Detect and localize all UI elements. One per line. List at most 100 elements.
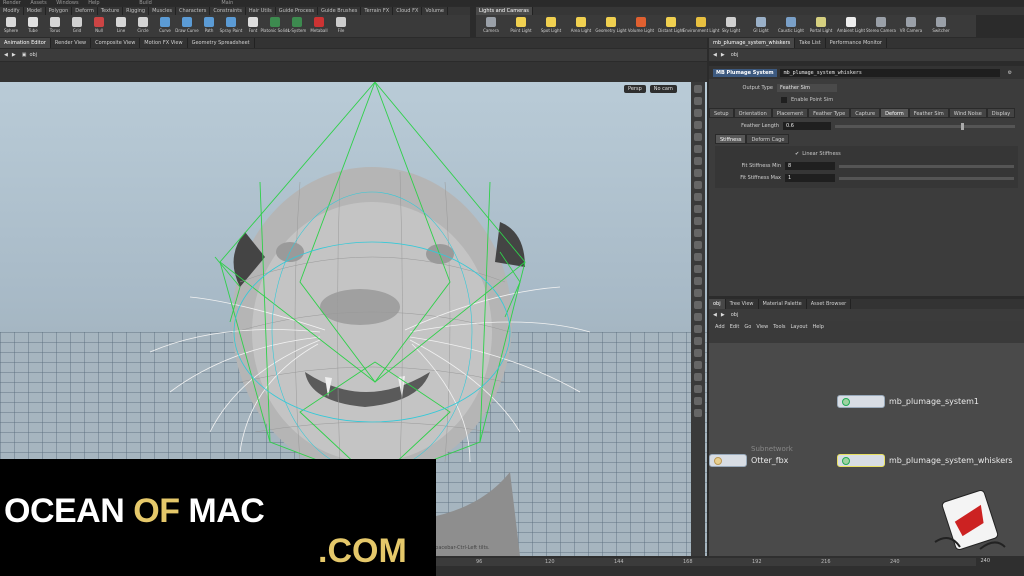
tool-torus[interactable]: Torus xyxy=(44,15,66,37)
menu-help[interactable]: Help xyxy=(88,0,99,6)
fit-min-slider[interactable] xyxy=(839,164,1014,168)
viewport-tool-icon[interactable] xyxy=(694,169,702,177)
viewport-tool-icon[interactable] xyxy=(694,181,702,189)
tool-portal-light[interactable]: Portal Light xyxy=(806,15,836,37)
tab-take-list[interactable]: Take List xyxy=(795,38,826,48)
tab-performance-monitor[interactable]: Performance Monitor xyxy=(826,38,887,48)
tool-spray-paint[interactable]: Spray Paint xyxy=(220,15,242,37)
tool-grid[interactable]: Grid xyxy=(66,15,88,37)
fit-max-slider[interactable] xyxy=(839,176,1014,180)
menu-windows[interactable]: Windows xyxy=(56,0,78,6)
shelf-tab-lights-cameras[interactable]: Lights and Cameras xyxy=(476,7,533,15)
viewport-tool-icon[interactable] xyxy=(694,277,702,285)
tab-deform[interactable]: Deform xyxy=(880,108,909,118)
tool-sky-light[interactable]: Sky Light xyxy=(716,15,746,37)
tool-file[interactable]: File xyxy=(330,15,352,37)
viewport-tool-icon[interactable] xyxy=(694,229,702,237)
shelf-tab-terrain-fx[interactable]: Terrain FX xyxy=(361,7,394,15)
viewport-tool-icon[interactable] xyxy=(694,289,702,297)
viewport-tool-icon[interactable] xyxy=(694,409,702,417)
back-icon[interactable]: ◀ xyxy=(713,52,717,58)
tool-ambient-light[interactable]: Ambient Light xyxy=(836,15,866,37)
shelf-tab-muscles[interactable]: Muscles xyxy=(149,7,177,15)
tool-point-light[interactable]: Point Light xyxy=(506,15,536,37)
node-plumage-whiskers[interactable]: mb_plumage_system_whiskers xyxy=(837,454,1013,467)
tool-curve[interactable]: Curve xyxy=(154,15,176,37)
viewer-path[interactable]: obj xyxy=(29,52,37,58)
tool-camera[interactable]: Camera xyxy=(476,15,506,37)
viewport-tool-icon[interactable] xyxy=(694,313,702,321)
enable-point-sim-checkbox[interactable] xyxy=(781,97,787,103)
tab-placement[interactable]: Placement xyxy=(771,108,809,118)
shelf-tab-deform[interactable]: Deform xyxy=(72,7,98,15)
shelf-tab-modify[interactable]: Modify xyxy=(0,7,24,15)
tool-gi-light[interactable]: GI Light xyxy=(746,15,776,37)
menu-go[interactable]: Go xyxy=(744,324,751,330)
tab-render-view[interactable]: Render View xyxy=(51,38,92,48)
tool-caustic-light[interactable]: Caustic Light xyxy=(776,15,806,37)
tab-material-palette[interactable]: Material Palette xyxy=(759,299,807,309)
tool-platonic-solids[interactable]: Platonic Solids xyxy=(261,15,289,37)
menu-add[interactable]: Add xyxy=(715,324,725,330)
desktop-main[interactable]: Main xyxy=(221,0,233,6)
tab-orientation[interactable]: Orientation xyxy=(733,108,772,118)
viewport-tool-icon[interactable] xyxy=(694,157,702,165)
viewport-tool-icon[interactable] xyxy=(694,325,702,333)
tab-obj[interactable]: obj xyxy=(709,299,726,309)
viewport-tool-icon[interactable] xyxy=(694,373,702,381)
tab-mb-plumage-system-whiskers[interactable]: mb_plumage_system_whiskers xyxy=(709,38,796,48)
back-icon[interactable]: ◀ xyxy=(4,52,8,58)
forward-icon[interactable]: ▶ xyxy=(12,52,16,58)
viewport-tool-icon[interactable] xyxy=(694,337,702,345)
forward-icon[interactable]: ▶ xyxy=(721,312,725,318)
tool-volume-light[interactable]: Volume Light xyxy=(626,15,656,37)
shelf-tab-texture[interactable]: Texture xyxy=(98,7,124,15)
tab-setup[interactable]: Setup xyxy=(709,108,734,118)
menu-render[interactable]: Render xyxy=(3,0,21,6)
menu-assets[interactable]: Assets xyxy=(30,0,46,6)
tool-spot-light[interactable]: Spot Light xyxy=(536,15,566,37)
tool-vr-camera[interactable]: VR Camera xyxy=(896,15,926,37)
viewport-tool-icon[interactable] xyxy=(694,193,702,201)
viewport-tool-icon[interactable] xyxy=(694,385,702,393)
gear-icon[interactable]: ⚙ xyxy=(1008,70,1012,76)
node-name-field[interactable]: mb_plumage_system_whiskers xyxy=(779,68,1000,77)
viewport-tool-icon[interactable] xyxy=(694,145,702,153)
tab-motion-fx-view[interactable]: Motion FX View xyxy=(140,38,188,48)
viewport-tool-icon[interactable] xyxy=(694,85,702,93)
timeline[interactable]: 96 120 144 168 192 216 240 240 xyxy=(436,556,1024,576)
viewport-tool-icon[interactable] xyxy=(694,133,702,141)
viewport-tool-icon[interactable] xyxy=(694,361,702,369)
tool-environment-light[interactable]: Environment Light xyxy=(683,15,719,37)
tool-font[interactable]: Font xyxy=(242,15,264,37)
viewport-tool-icon[interactable] xyxy=(694,97,702,105)
tab-animation-editor[interactable]: Animation Editor xyxy=(0,38,51,48)
shelf-tab-rigging[interactable]: Rigging xyxy=(123,7,150,15)
tool-geometry-light[interactable]: Geometry Light xyxy=(595,15,627,37)
tab-deform-cage[interactable]: Deform Cage xyxy=(746,134,790,144)
timeline-ruler[interactable]: 96 120 144 168 192 216 240 xyxy=(436,558,976,566)
shelf-tab-constraints[interactable]: Constraints xyxy=(210,7,246,15)
viewport-tool-icon[interactable] xyxy=(694,349,702,357)
tool-metaball[interactable]: Metaball xyxy=(308,15,330,37)
viewport-tool-icon[interactable] xyxy=(694,205,702,213)
viewport-tool-icon[interactable] xyxy=(694,121,702,129)
param-path[interactable]: obj xyxy=(731,52,739,58)
menu-edit[interactable]: Edit xyxy=(730,324,740,330)
tool-distant-light[interactable]: Distant Light xyxy=(656,15,686,37)
network-path[interactable]: obj xyxy=(731,312,739,318)
fit-min-field[interactable]: 8 xyxy=(785,162,835,170)
linear-stiffness-checkbox[interactable]: ✔ xyxy=(795,151,799,157)
tab-tree-view[interactable]: Tree View xyxy=(726,299,759,309)
tool-path[interactable]: Path xyxy=(198,15,220,37)
shelf-tab-cloud-fx[interactable]: Cloud FX xyxy=(393,7,423,15)
shelf-tab-guide-process[interactable]: Guide Process xyxy=(276,7,318,15)
viewport-tool-icon[interactable] xyxy=(694,253,702,261)
cam-menu[interactable]: No cam xyxy=(649,85,677,93)
menu-view[interactable]: View xyxy=(756,324,768,330)
feather-length-field[interactable]: 0.6 xyxy=(783,122,831,130)
shelf-tab-polygon[interactable]: Polygon xyxy=(46,7,73,15)
tool-line[interactable]: Line xyxy=(110,15,132,37)
desktop-build[interactable]: Build xyxy=(139,0,152,6)
frame-end[interactable]: 240 xyxy=(980,558,990,564)
